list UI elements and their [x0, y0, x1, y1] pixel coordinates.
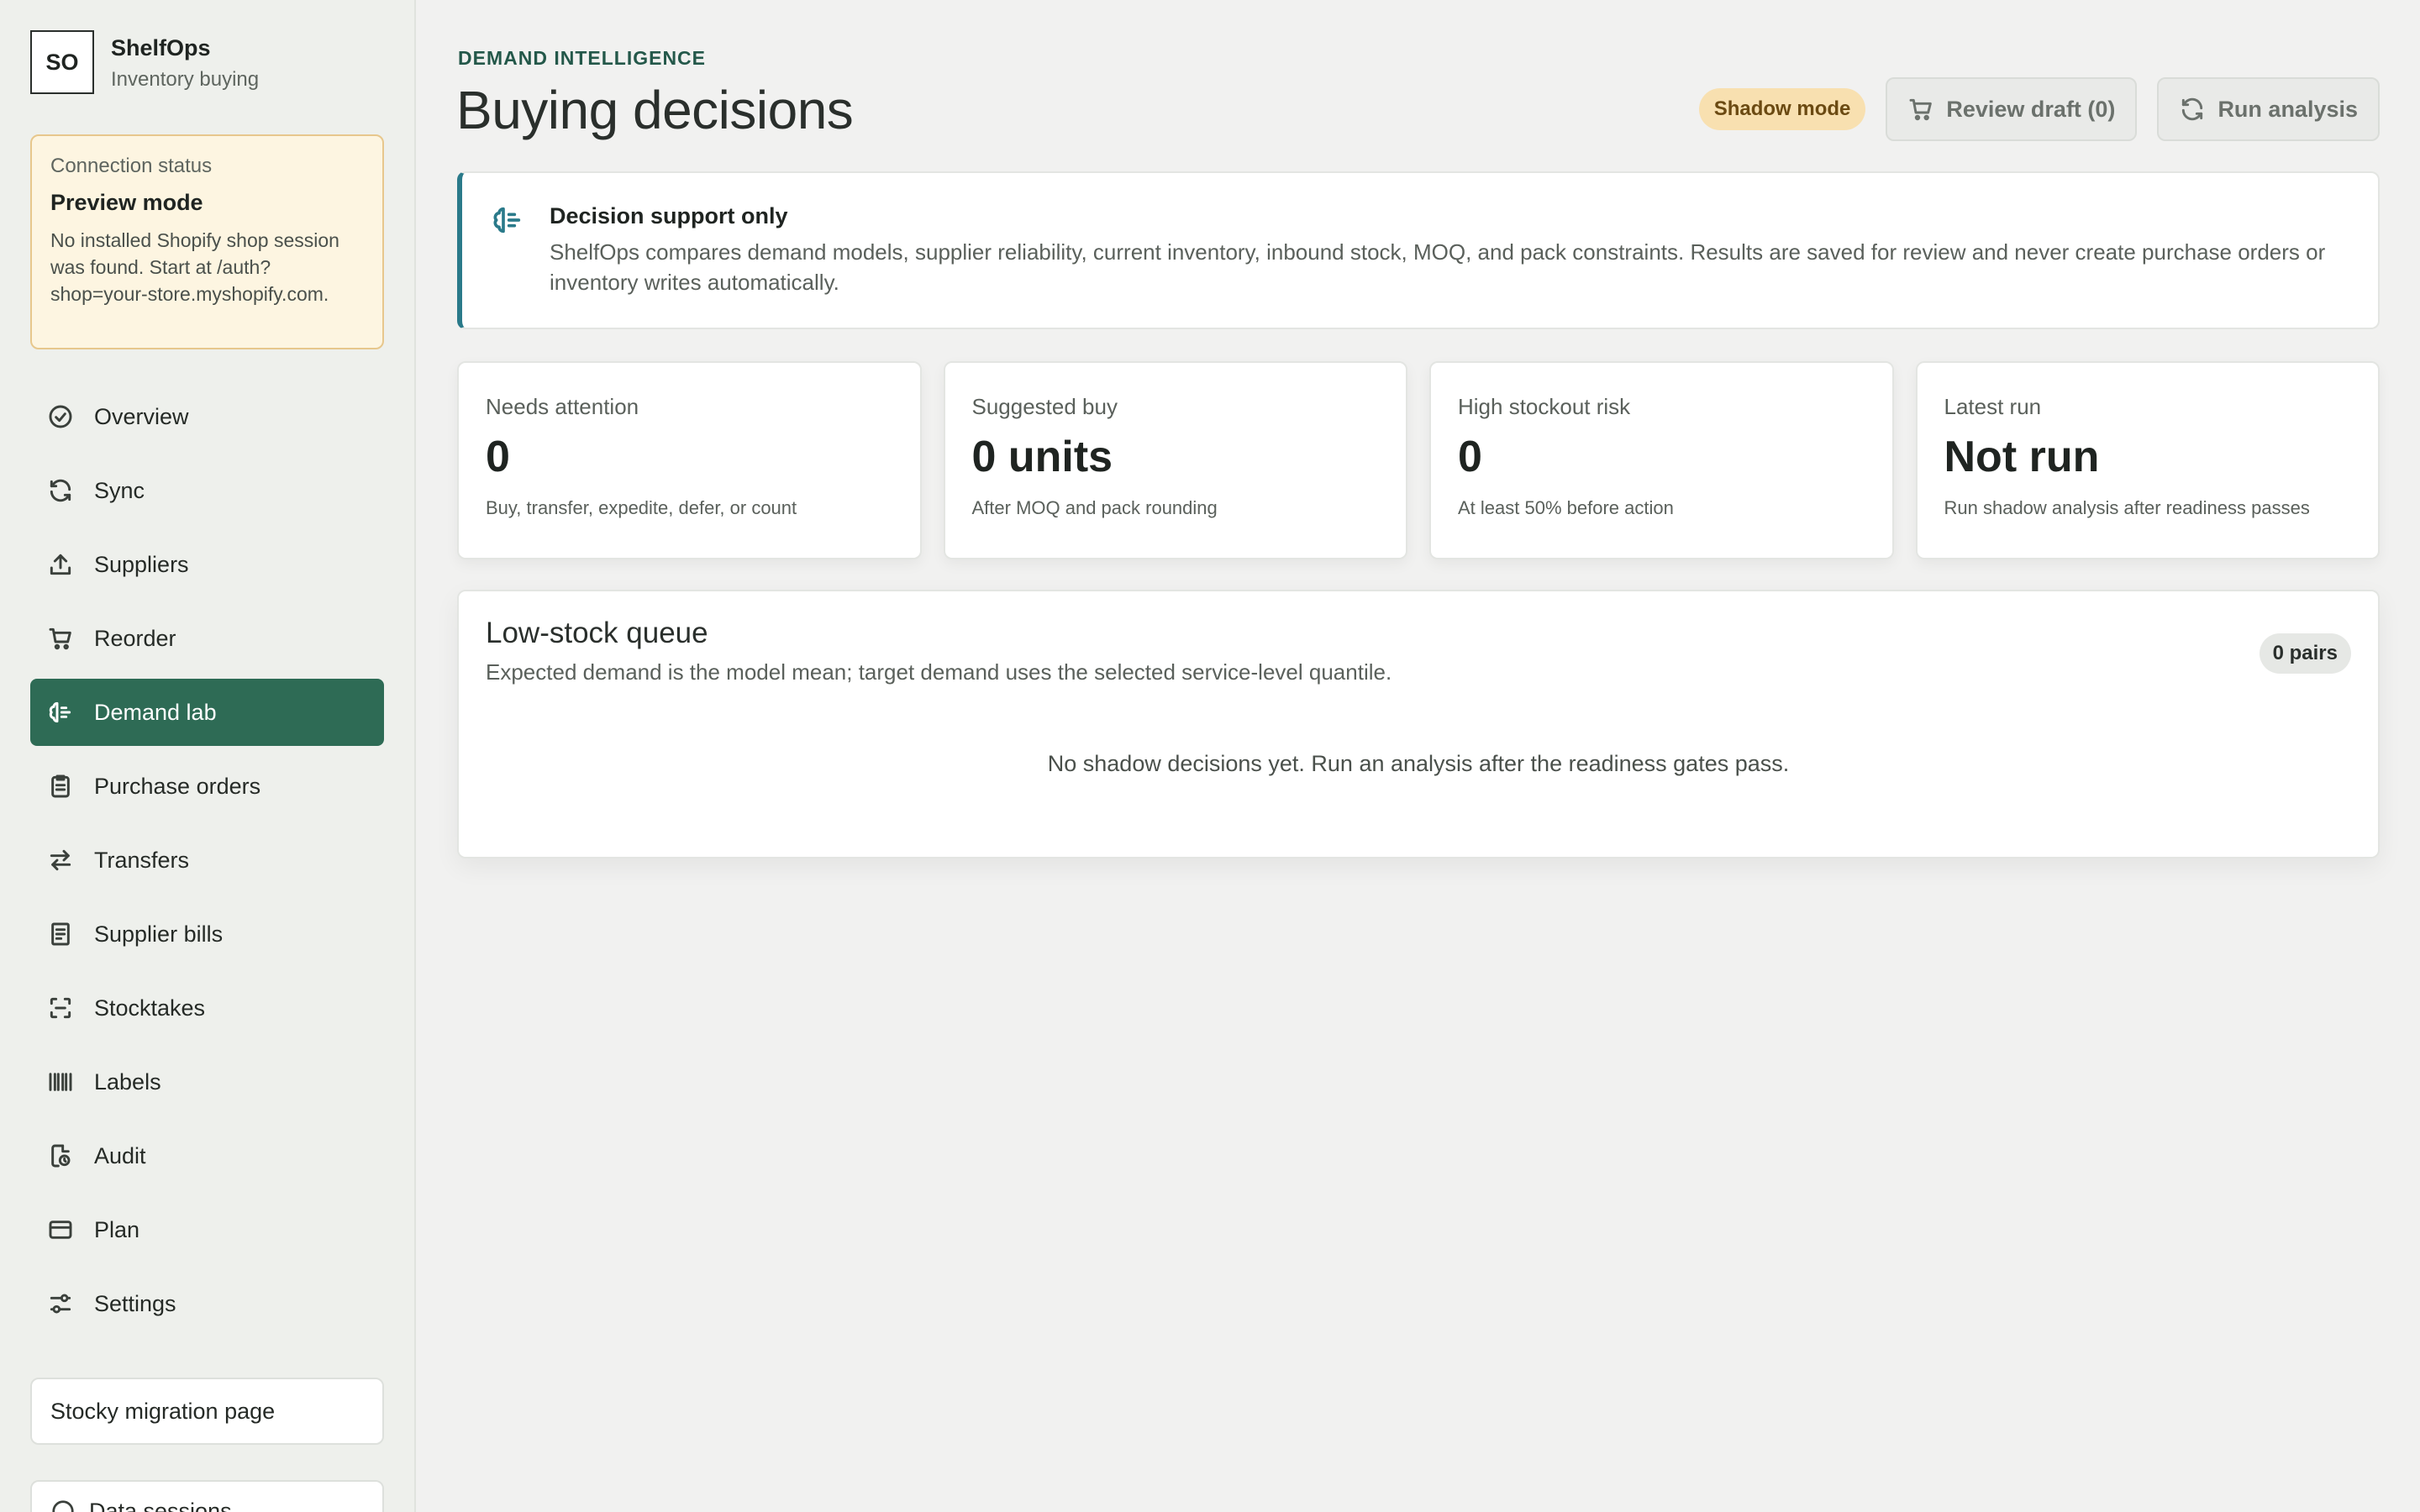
page-eyebrow: DEMAND INTELLIGENCE [458, 47, 706, 69]
stat-hint: After MOQ and pack rounding [971, 497, 1218, 518]
stocky-migration-link[interactable]: Stocky migration page [30, 1378, 384, 1445]
stat-card-high-stockout-risk: High stockout risk 0 At least 50% before… [1429, 361, 1894, 559]
clipboard-icon [45, 771, 76, 801]
decision-support-notice: Decision support only ShelfOps compares … [457, 171, 2380, 329]
review-draft-button[interactable]: Review draft (0) [1886, 77, 2138, 141]
sidebar-item-demand-lab[interactable]: Demand lab [30, 679, 384, 746]
sliders-icon [45, 1289, 76, 1319]
sidebar-item-label: Sync [94, 477, 145, 503]
check-circle-icon [45, 402, 76, 432]
stats-row: Needs attention 0 Buy, transfer, expedit… [457, 361, 2380, 559]
notice-body: ShelfOps compares demand models, supplie… [550, 239, 2326, 295]
sidebar-item-label: Settings [94, 1290, 176, 1316]
stat-hint: At least 50% before action [1458, 497, 1674, 518]
run-analysis-label: Run analysis [2217, 96, 2358, 122]
sidebar-item-label: Supplier bills [94, 921, 224, 947]
stat-label: Latest run [1944, 394, 2042, 419]
brand-name: ShelfOps [111, 35, 211, 60]
sidebar-item-transfers[interactable]: Transfers [30, 827, 384, 894]
stat-hint: Run shadow analysis after readiness pass… [1944, 497, 2310, 518]
data-sessions-label: Data sessions [89, 1499, 232, 1512]
arrows-swap-icon [45, 845, 76, 875]
stat-value: 0 units [971, 433, 1113, 481]
sidebar-item-stocktakes[interactable]: Stocktakes [30, 974, 384, 1042]
stat-value: 0 [1458, 433, 1482, 481]
connection-status-card: Connection status Preview mode No instal… [30, 134, 384, 349]
sidebar-item-label: Suppliers [94, 551, 189, 577]
upload-icon [45, 549, 76, 580]
stat-value: 0 [486, 433, 510, 481]
scan-icon [45, 993, 76, 1023]
stat-hint: Buy, transfer, expedite, defer, or count [486, 497, 797, 518]
connection-status-title: Preview mode [50, 190, 203, 215]
sidebar-item-label: Transfers [94, 847, 190, 873]
stat-card-needs-attention: Needs attention 0 Buy, transfer, expedit… [457, 361, 922, 559]
sidebar-item-label: Purchase orders [94, 773, 261, 799]
sidebar-item-label: Stocktakes [94, 995, 206, 1021]
sidebar-item-label: Audit [94, 1142, 146, 1168]
sidebar-item-overview[interactable]: Overview [30, 383, 384, 450]
sidebar-item-plan[interactable]: Plan [30, 1196, 384, 1263]
sidebar-item-label: Demand lab [94, 699, 217, 725]
cart-icon [1909, 98, 1933, 121]
data-sessions-link[interactable]: Data sessions [30, 1480, 384, 1512]
cart-icon [45, 623, 76, 654]
queue-title: Low-stock queue [486, 617, 708, 649]
sidebar-item-purchase-orders[interactable]: Purchase orders [30, 753, 384, 820]
sidebar-item-labels[interactable]: Labels [30, 1048, 384, 1116]
brand-subtitle: Inventory buying [111, 68, 260, 91]
shadow-mode-badge: Shadow mode [1698, 88, 1866, 130]
refresh-icon [2182, 97, 2203, 121]
audit-icon [45, 1141, 76, 1171]
queue-subtitle: Expected demand is the model mean; targe… [486, 659, 1392, 685]
header-actions: Shadow mode Review draft (0) Run analysi… [1698, 77, 2380, 141]
card-icon [45, 1215, 76, 1245]
stat-label: Needs attention [486, 394, 639, 419]
receipt-icon [45, 919, 76, 949]
run-analysis-button[interactable]: Run analysis [2157, 77, 2380, 141]
sidebar-item-supplier-bills[interactable]: Supplier bills [30, 900, 384, 968]
sidebar-item-label: Reorder [94, 625, 176, 651]
database-icon [52, 1500, 74, 1512]
queue-empty-state: No shadow decisions yet. Run an analysis… [1047, 751, 1790, 776]
sidebar-item-suppliers[interactable]: Suppliers [30, 531, 384, 598]
low-stock-queue: Low-stock queue Expected demand is the m… [457, 590, 2380, 858]
brain-icon [45, 697, 76, 727]
brain-icon [493, 207, 521, 234]
sidebar-item-sync[interactable]: Sync [30, 457, 384, 524]
brand[interactable]: SO ShelfOps Inventory buying [30, 30, 384, 96]
sidebar-item-audit[interactable]: Audit [30, 1122, 384, 1189]
brand-logo: SO [30, 30, 94, 94]
sidebar-item-settings[interactable]: Settings [30, 1270, 384, 1337]
barcode-icon [45, 1067, 76, 1097]
stat-label: High stockout risk [1458, 394, 1631, 419]
stat-card-latest-run: Latest run Not run Run shadow analysis a… [1915, 361, 2380, 559]
page-title: Buying decisions [456, 80, 854, 140]
sidebar-item-label: Plan [94, 1216, 140, 1242]
review-draft-label: Review draft (0) [1946, 96, 2116, 122]
notice-title: Decision support only [550, 203, 788, 228]
sidebar-nav: Overview Sync Suppliers Reorder Demand l… [30, 383, 384, 1344]
sidebar-item-label: Overview [94, 403, 189, 429]
pairs-count-badge: 0 pairs [2259, 633, 2351, 674]
sidebar-item-reorder[interactable]: Reorder [30, 605, 384, 672]
stat-label: Suggested buy [971, 394, 1118, 419]
sidebar-item-label: Labels [94, 1068, 161, 1095]
stat-value: Not run [1944, 433, 2100, 481]
connection-status-body: No installed Shopify shop session was fo… [50, 229, 339, 305]
connection-status-label: Connection status [50, 155, 213, 177]
stat-card-suggested-buy: Suggested buy 0 units After MOQ and pack… [943, 361, 1407, 559]
sidebar: SO ShelfOps Inventory buying Connection … [0, 0, 416, 1512]
refresh-icon [45, 475, 76, 506]
